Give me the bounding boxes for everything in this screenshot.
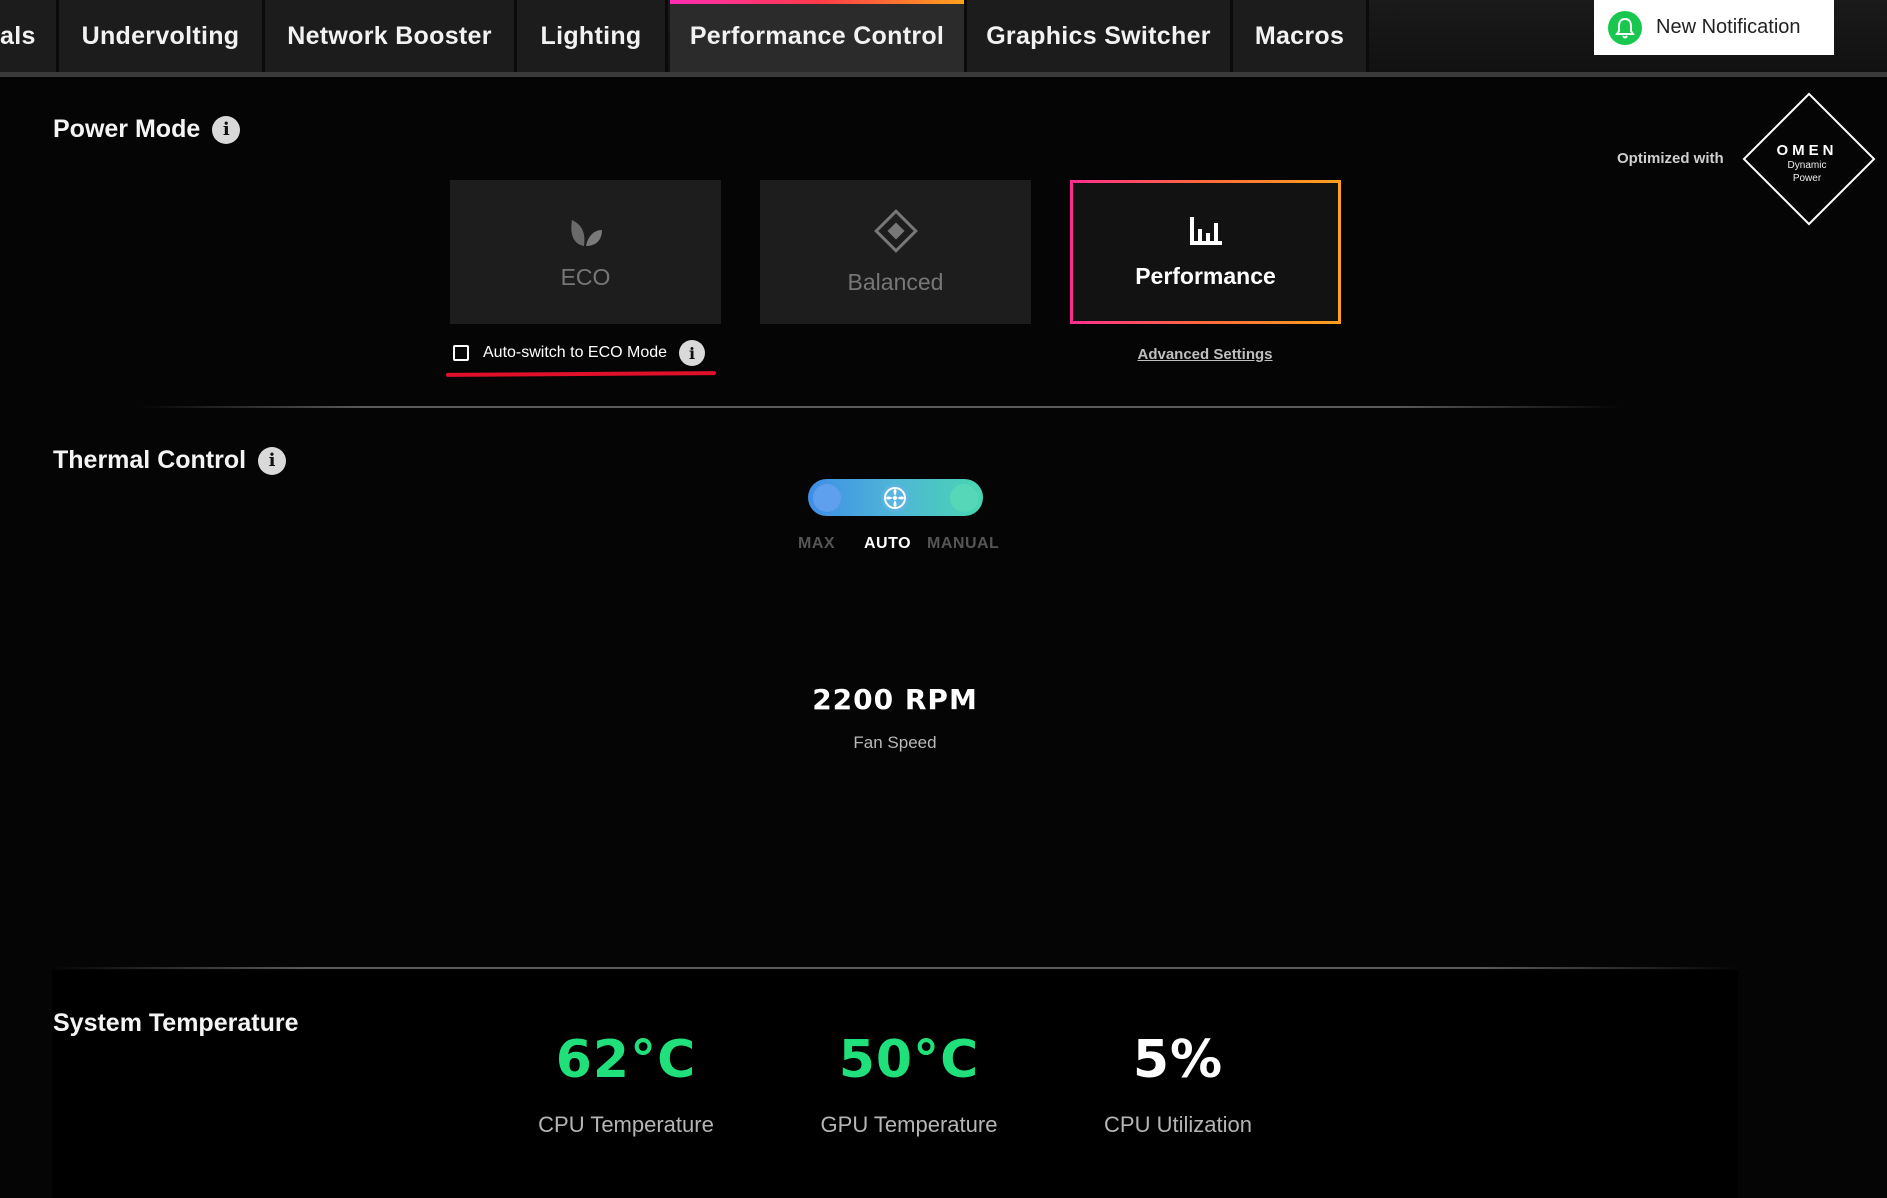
system-temperature-title: System Temperature — [53, 1009, 299, 1037]
gpu-temperature-metric: 50°C GPU Temperature — [779, 1030, 1039, 1138]
advanced-settings-link[interactable]: Advanced Settings — [1070, 346, 1340, 363]
cpu-temperature-value: 62°C — [555, 1030, 697, 1090]
tab-label: als — [0, 21, 36, 50]
diamond-icon — [873, 208, 918, 259]
gpu-temperature-label: GPU Temperature — [820, 1112, 998, 1137]
thermal-option-manual[interactable]: MANUAL — [927, 535, 999, 553]
omen-subtitle-line1: Dynamic — [1787, 160, 1827, 171]
info-icon[interactable]: i — [258, 446, 287, 475]
thermal-mode-toggle[interactable] — [808, 479, 983, 516]
new-notification-button[interactable]: New Notification — [1594, 0, 1834, 55]
toggle-knob-auto[interactable] — [881, 484, 909, 512]
eco-mode-button[interactable]: ECO — [450, 180, 721, 324]
fan-speed-label: Fan Speed — [853, 733, 937, 752]
tab-network-booster[interactable]: Network Booster — [265, 0, 517, 72]
cpu-temperature-metric: 62°C CPU Temperature — [496, 1030, 756, 1138]
auto-switch-eco-label[interactable]: Auto-switch to ECO Mode — [483, 344, 667, 362]
tab-label: Lighting — [540, 21, 642, 50]
omen-subtitle-line2: Power — [1792, 173, 1822, 184]
section-divider — [52, 967, 1738, 969]
toggle-stop-manual[interactable] — [950, 484, 978, 512]
tab-undervolting[interactable]: Undervolting — [59, 0, 265, 72]
notification-label: New Notification — [1656, 16, 1801, 38]
power-mode-heading: Power Mode i — [53, 115, 241, 144]
info-icon[interactable]: i — [212, 115, 241, 144]
auto-switch-eco-row: Auto-switch to ECO Mode i — [453, 340, 706, 366]
performance-mode-label: Performance — [1135, 262, 1276, 289]
toggle-stop-max[interactable] — [813, 484, 841, 512]
tab-label: Performance Control — [689, 21, 945, 50]
balanced-mode-button[interactable]: Balanced — [760, 180, 1031, 324]
leaf-icon — [566, 214, 606, 254]
thermal-option-auto[interactable]: AUTO — [864, 535, 911, 553]
section-divider — [140, 406, 1620, 408]
tab-performance-control[interactable]: Performance Control — [670, 0, 967, 72]
performance-mode-button[interactable]: Performance — [1070, 180, 1341, 324]
cpu-utilization-label: CPU Utilization — [1104, 1112, 1252, 1137]
fan-speed-value: 2200 RPM — [812, 683, 978, 716]
tab-label: Network Booster — [287, 21, 492, 50]
cpu-utilization-value: 5% — [1132, 1030, 1224, 1090]
tab-partial-left[interactable]: als — [0, 0, 59, 72]
thermal-control-heading: Thermal Control i — [53, 446, 287, 475]
tab-graphics-switcher[interactable]: Graphics Switcher — [967, 0, 1233, 72]
fan-icon — [884, 487, 906, 509]
cpu-temperature-label: CPU Temperature — [538, 1112, 714, 1137]
thermal-option-max[interactable]: MAX — [798, 535, 835, 553]
cpu-utilization-metric: 5% CPU Utilization — [1048, 1030, 1308, 1138]
bell-icon — [1608, 10, 1642, 45]
tab-macros[interactable]: Macros — [1233, 0, 1369, 72]
auto-switch-eco-checkbox[interactable] — [453, 345, 469, 361]
tab-label: Macros — [1254, 21, 1345, 50]
omen-brand: OMEN — [1776, 142, 1838, 159]
tab-lighting[interactable]: Lighting — [517, 0, 668, 72]
red-annotation-underline — [445, 371, 717, 377]
gpu-temperature-value: 50°C — [838, 1030, 980, 1090]
balanced-mode-label: Balanced — [847, 268, 944, 295]
omen-dynamic-power-logo: OMEN Dynamic Power — [1752, 142, 1862, 185]
optimized-with-label: Optimized with — [1617, 150, 1724, 167]
bars-icon — [1188, 215, 1224, 253]
tab-label: Graphics Switcher — [986, 21, 1211, 50]
thermal-control-title: Thermal Control — [53, 446, 247, 474]
power-mode-title: Power Mode — [53, 115, 201, 143]
info-icon[interactable]: i — [679, 340, 706, 366]
eco-mode-label: ECO — [560, 263, 611, 290]
tab-label: Undervolting — [81, 21, 240, 50]
